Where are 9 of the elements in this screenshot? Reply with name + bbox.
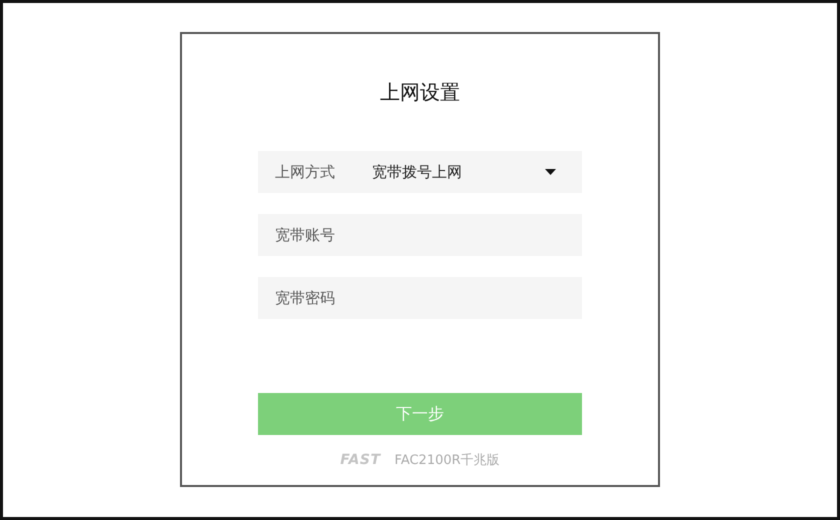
input-field[interactable]: 宽带密码 <box>258 277 582 319</box>
select-label: 上网方式 <box>275 162 336 182</box>
model-name: FAC2100R千兆版 <box>394 452 500 469</box>
input-field[interactable]: 宽带账号 <box>258 214 582 256</box>
select-value: 宽带拨号上网 <box>372 162 463 182</box>
connection-type-select[interactable]: 上网方式 宽带拨号上网 <box>258 151 582 193</box>
dropdown-caret-icon <box>545 169 556 175</box>
page-title: 上网设置 <box>380 79 460 106</box>
brand-logo: FAST <box>340 452 381 468</box>
